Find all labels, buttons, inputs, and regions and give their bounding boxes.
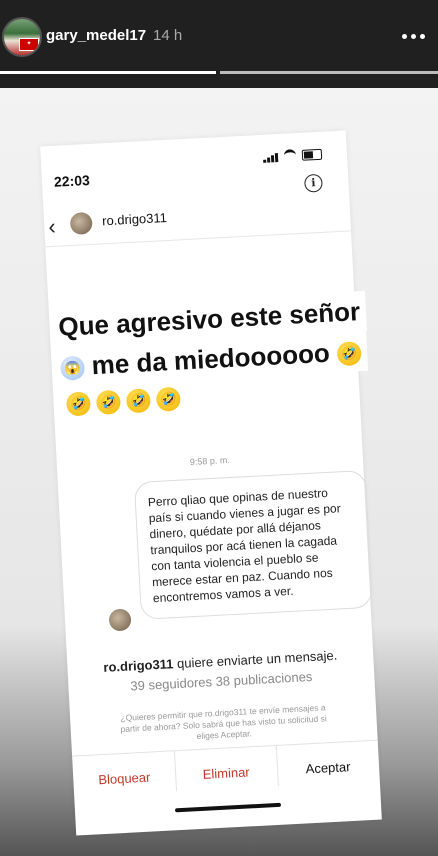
status-time: 22:03: [53, 171, 91, 190]
message-time: 9:58 p. m.: [189, 454, 231, 468]
battery-icon: [301, 148, 323, 161]
story-header: ✦ gary_medel17 14 h: [0, 0, 438, 88]
delete-button[interactable]: Eliminar: [175, 763, 278, 783]
chat-avatar: [69, 211, 93, 235]
back-icon[interactable]: ‹: [48, 214, 57, 240]
screaming-emoji: 😱: [59, 355, 86, 381]
block-button[interactable]: Bloquear: [73, 768, 176, 788]
story-progress: [0, 71, 438, 74]
accept-button[interactable]: Aceptar: [277, 758, 380, 778]
laughing-emoji: 🤣: [65, 391, 92, 417]
laughing-emoji: 🤣: [125, 388, 151, 414]
story-caption: Que agresivo este señor 😱 me da miedoooo…: [51, 289, 406, 417]
chat-username: ro.drigo311: [101, 209, 168, 229]
wifi-icon: [283, 149, 297, 162]
laughing-emoji: 🤣: [155, 386, 181, 412]
signal-icon: [263, 153, 279, 163]
request-user: ro.drigo311: [103, 656, 174, 675]
story-time: 14 h: [153, 27, 183, 44]
flag-icon: ✦: [19, 38, 39, 51]
laughing-emoji: 🤣: [336, 341, 362, 367]
laughing-emoji: 🤣: [95, 389, 122, 415]
dm-screenshot: 22:03 i ‹ ro.drigo311 9:58 p. m. Perro q…: [40, 130, 382, 836]
story-avatar[interactable]: ✦: [2, 17, 42, 57]
sender-avatar: [108, 608, 132, 632]
request-note: ¿Quieres permitir que ro.drigo311 te env…: [120, 702, 327, 742]
more-options-icon[interactable]: [402, 34, 425, 39]
home-indicator: [174, 802, 282, 813]
caption-line-2: me da miedoooooo: [90, 337, 331, 381]
request-suffix: quiere enviarte un mensaje.: [173, 647, 338, 672]
status-icons: [263, 148, 323, 163]
info-icon[interactable]: i: [303, 173, 323, 193]
header-divider: [45, 230, 352, 248]
message-bubble: Perro qliao que opinas de nuestro país s…: [133, 469, 373, 620]
story-username[interactable]: gary_medel17: [46, 27, 146, 44]
